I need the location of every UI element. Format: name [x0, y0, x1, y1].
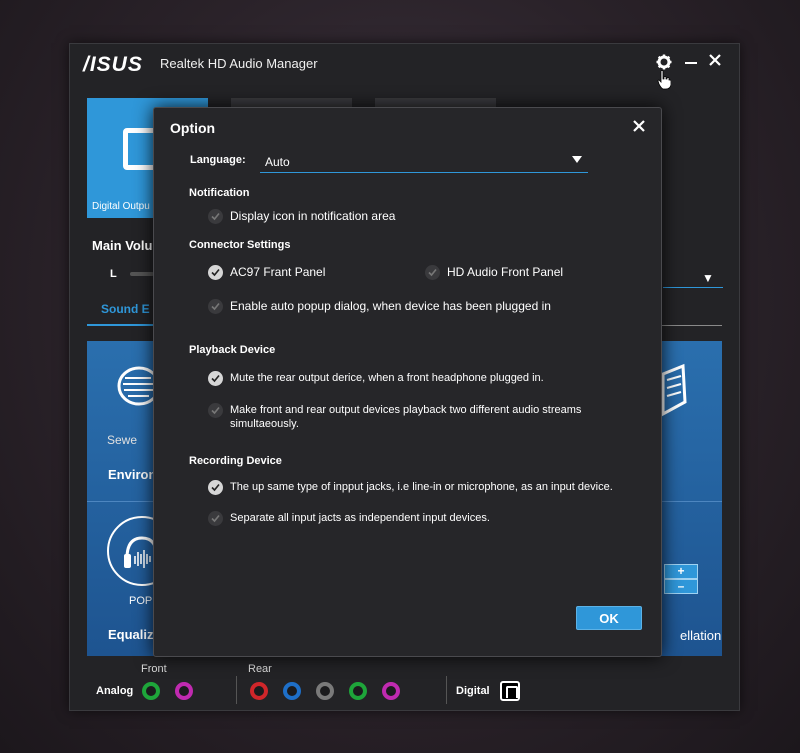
environment-label: Environ: [108, 467, 157, 482]
hd-audio-label: HD Audio Front Panel: [447, 265, 564, 279]
dialog-close-button[interactable]: [629, 117, 649, 137]
check-icon: [208, 403, 223, 418]
notification-heading: Notification: [189, 187, 250, 199]
left-channel-label: L: [110, 268, 117, 280]
minimize-icon: [685, 62, 697, 64]
same-type-checkbox[interactable]: The up same type of inpput jacks, i.e li…: [208, 480, 613, 495]
rear-jack-grey[interactable]: [316, 682, 334, 700]
environment-icon: [117, 366, 157, 406]
front-jack-pink[interactable]: [175, 682, 193, 700]
divider: [236, 676, 237, 704]
settings-button[interactable]: [655, 53, 673, 71]
display-icon-label: Display icon in notification area: [230, 209, 396, 223]
main-volume-label: Main Volu: [92, 238, 153, 253]
language-value: Auto: [265, 155, 290, 169]
check-icon: [208, 480, 223, 495]
chevron-down-icon[interactable]: ▼: [702, 271, 714, 285]
hd-audio-front-panel-radio[interactable]: HD Audio Front Panel: [425, 265, 563, 280]
titlebar: /ISUS Realtek HD Audio Manager: [70, 44, 739, 90]
connector-settings-heading: Connector Settings: [189, 239, 291, 251]
two-streams-label: Make front and rear output devices playb…: [230, 404, 582, 430]
rear-jack-green[interactable]: [349, 682, 367, 700]
divider: [446, 676, 447, 704]
recording-device-heading: Recording Device: [189, 455, 282, 467]
tab-sound-effects[interactable]: Sound E: [101, 302, 150, 316]
environment-preset: Sewe: [107, 433, 138, 447]
auto-popup-label: Enable auto popup dialog, when device ha…: [230, 299, 551, 313]
divider: [652, 501, 722, 502]
mute-rear-label: Mute the rear output derice, when a fron…: [230, 372, 544, 384]
close-button[interactable]: [706, 53, 724, 71]
tab-active-underline: [87, 324, 157, 326]
display-icon-checkbox[interactable]: Display icon in notification area: [208, 209, 395, 224]
close-icon: [633, 120, 645, 132]
mute-rear-checkbox[interactable]: Mute the rear output derice, when a fron…: [208, 371, 544, 386]
playback-device-heading: Playback Device: [189, 344, 276, 356]
separate-inputs-checkbox[interactable]: Separate all input jacts as independent …: [208, 511, 490, 526]
tab-digital-output-label: Digital Outpu: [92, 201, 150, 212]
close-icon: [709, 54, 721, 66]
rear-jack-blue[interactable]: [283, 682, 301, 700]
language-select[interactable]: Auto: [260, 150, 588, 173]
check-icon: [425, 265, 440, 280]
equalizer-preset: POP: [129, 595, 153, 607]
rear-jack-pink[interactable]: [382, 682, 400, 700]
chevron-down-icon: [572, 156, 582, 163]
front-jacks-label: Front: [141, 663, 167, 675]
check-icon: [208, 209, 223, 224]
decrease-button[interactable]: –: [664, 579, 698, 594]
volume-slider[interactable]: [130, 272, 154, 276]
level-stepper: + –: [664, 564, 698, 594]
separate-inputs-label: Separate all input jacts as independent …: [230, 512, 490, 524]
ok-button[interactable]: OK: [576, 606, 642, 630]
auto-popup-checkbox[interactable]: Enable auto popup dialog, when device ha…: [208, 299, 551, 314]
dropdown-underline: [663, 287, 723, 288]
equalizer-label: Equaliz: [108, 627, 154, 642]
increase-button[interactable]: +: [664, 564, 698, 579]
analog-label: Analog: [96, 685, 134, 697]
check-icon: [208, 299, 223, 314]
ac97-label: AC97 Frant Panel: [230, 265, 326, 279]
check-icon: [208, 371, 223, 386]
app-title: Realtek HD Audio Manager: [160, 56, 318, 71]
same-type-label: The up same type of inpput jacks, i.e li…: [230, 481, 613, 493]
divider: [87, 501, 157, 502]
rear-jacks-label: Rear: [248, 663, 272, 675]
digital-label: Digital: [456, 685, 490, 697]
asus-logo: /ISUS: [83, 53, 143, 76]
rear-jack-red[interactable]: [250, 682, 268, 700]
hand-cursor-icon: [657, 70, 671, 90]
ac97-front-panel-radio[interactable]: AC97 Frant Panel: [208, 265, 325, 280]
front-jack-green[interactable]: [142, 682, 160, 700]
check-icon: [208, 511, 223, 526]
noise-cancellation-label: ellation: [680, 628, 722, 643]
two-streams-checkbox[interactable]: Make front and rear output devices playb…: [208, 403, 618, 431]
minimize-button[interactable]: [682, 53, 700, 71]
language-label: Language:: [190, 154, 246, 166]
gear-icon: [656, 54, 672, 70]
option-dialog: Option Language: Auto Notification Displ…: [153, 107, 662, 657]
digital-jack-icon[interactable]: [500, 681, 520, 701]
dialog-title: Option: [170, 120, 216, 136]
check-icon: [208, 265, 223, 280]
